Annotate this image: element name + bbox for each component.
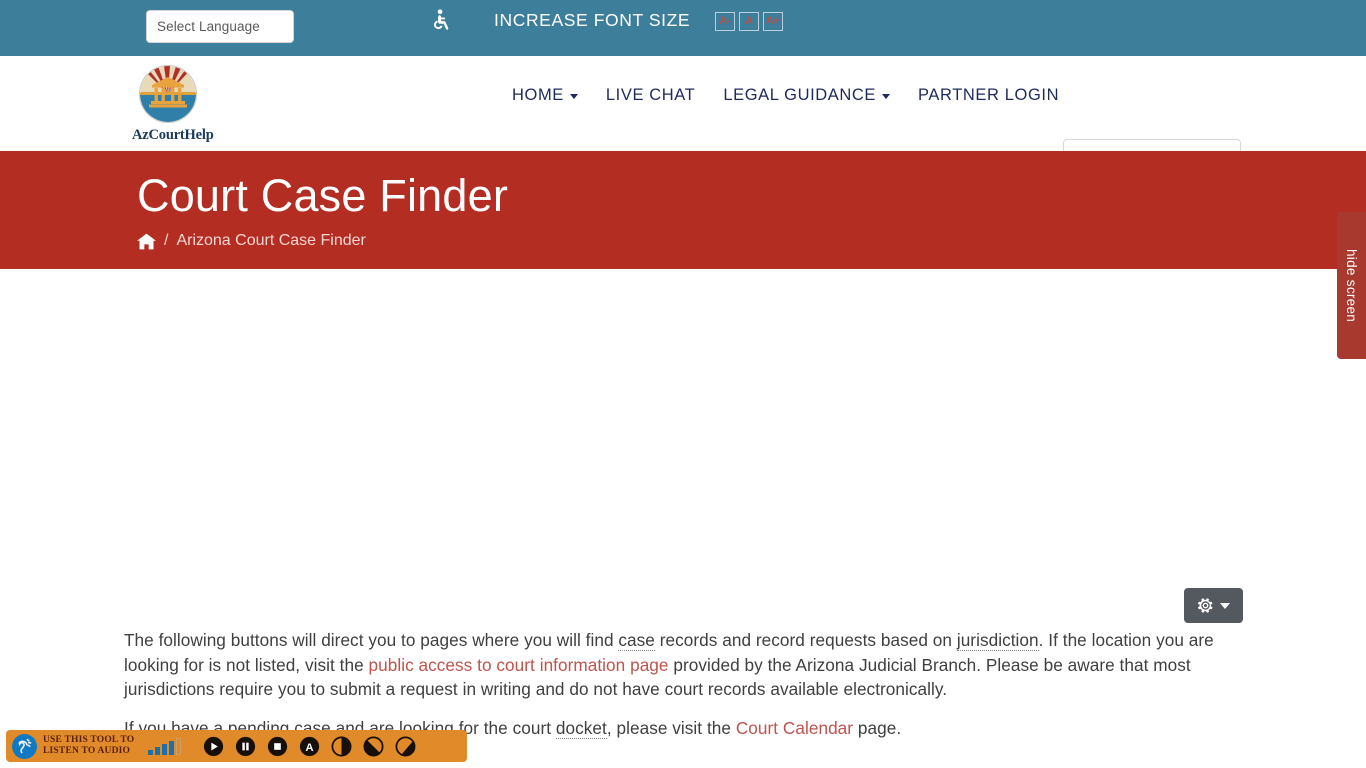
breadcrumb-current: Arizona Court Case Finder	[176, 232, 366, 249]
azcourthelp-courthouse-seal-logo	[139, 65, 197, 123]
hide-screen-label: hide screen	[1344, 248, 1359, 323]
volume-bars-icon[interactable]	[148, 737, 182, 755]
page-title: Court Case Finder	[137, 170, 509, 221]
site-logo[interactable]: AzCourtHelp	[132, 65, 214, 144]
font-size-buttons: A- A A+	[715, 12, 783, 31]
nav-item-live-chat[interactable]: LIVE CHAT	[606, 86, 695, 105]
chevron-down-icon	[882, 94, 891, 99]
play-icon[interactable]	[203, 736, 224, 757]
p2-spellcheck-docket: docket	[555, 718, 607, 739]
p1-spellcheck-case: case	[618, 630, 655, 651]
contrast-dark-icon[interactable]	[363, 736, 384, 757]
stop-icon[interactable]	[267, 736, 288, 757]
increase-font-size-label: INCREASE FONT SIZE	[494, 10, 691, 30]
font-size-normal-button[interactable]: A	[739, 12, 759, 31]
audio-controls: A	[203, 736, 416, 757]
font-size-increase-button[interactable]: A+	[763, 12, 783, 31]
listen-audio-toolbar: USE THIS TOOL TO LISTEN TO AUDIO A	[6, 730, 467, 762]
home-icon[interactable]	[137, 233, 156, 250]
settings-gear-button[interactable]	[1184, 588, 1243, 623]
nav-item-legal-guidance-label: LEGAL GUIDANCE	[723, 86, 877, 104]
contrast-half-icon[interactable]	[331, 736, 352, 757]
chevron-down-icon	[569, 94, 578, 99]
page-content: The following buttons will direct you to…	[0, 269, 1366, 768]
nav-item-home[interactable]: HOME	[512, 86, 578, 105]
language-select-label: Select Language	[157, 19, 260, 34]
breadcrumb-separator: /	[164, 232, 169, 249]
gear-icon	[1198, 598, 1213, 613]
accessibility-topbar: Select Language INCREASE FONT SIZE A- A …	[0, 0, 1366, 56]
hide-screen-tab[interactable]: hide screen	[1337, 212, 1366, 359]
ear-listen-icon[interactable]	[12, 733, 37, 759]
site-header: AzCourtHelp HOME LIVE CHAT LEGAL GUIDANC…	[0, 56, 1366, 183]
logo-text: AzCourtHelp	[132, 127, 214, 143]
breadcrumb: / Arizona Court Case Finder	[137, 232, 366, 250]
p2-part3: , please visit the	[606, 718, 736, 738]
intro-paragraph: The following buttons will direct you to…	[124, 628, 1242, 702]
p1-part2: records and record requests based on	[654, 630, 957, 650]
nav-item-live-chat-label: LIVE CHAT	[605, 86, 696, 104]
listen-audio-text: USE THIS TOOL TO LISTEN TO AUDIO	[43, 735, 134, 757]
page-banner: Court Case Finder / Arizona Court Case F…	[0, 151, 1366, 269]
p1-spellcheck-jurisdiction: jurisdiction	[956, 630, 1039, 651]
p1-part1: The following buttons will direct you to…	[124, 630, 619, 650]
listen-audio-line2: LISTEN TO AUDIO	[43, 746, 131, 756]
public-access-link[interactable]: public access to court information page	[369, 655, 669, 675]
font-size-a-icon[interactable]: A	[299, 736, 320, 757]
nav-item-legal-guidance[interactable]: LEGAL GUIDANCE	[723, 86, 891, 105]
listen-audio-line1: USE THIS TOOL TO	[43, 735, 135, 745]
language-select[interactable]: Select Language	[146, 10, 294, 43]
pause-icon[interactable]	[235, 736, 256, 757]
svg-text:A: A	[306, 742, 314, 754]
contrast-invert-icon[interactable]	[395, 736, 416, 757]
wheelchair-accessibility-icon[interactable]	[428, 6, 452, 36]
nav-item-partner-login[interactable]: PARTNER LOGIN	[918, 86, 1059, 105]
nav-item-home-label: HOME	[512, 86, 564, 104]
chevron-down-icon	[1220, 602, 1230, 609]
main-navigation: HOME LIVE CHAT LEGAL GUIDANCE PARTNER LO…	[512, 86, 1059, 105]
nav-item-partner-login-label: PARTNER LOGIN	[918, 86, 1060, 104]
font-size-decrease-button[interactable]: A-	[715, 12, 735, 31]
p2-part4: page.	[853, 718, 902, 738]
court-calendar-link[interactable]: Court Calendar	[736, 718, 853, 738]
